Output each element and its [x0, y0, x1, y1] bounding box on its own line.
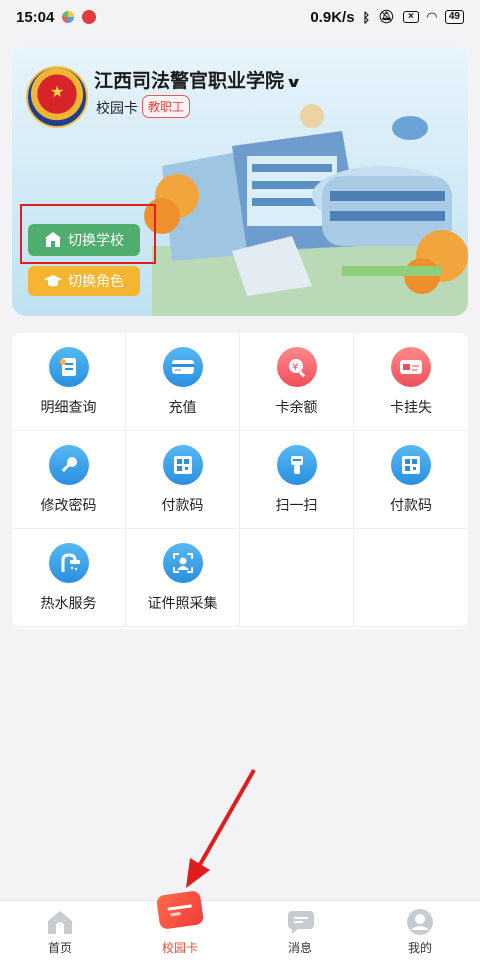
- lost-card-icon: [391, 346, 431, 387]
- nav-item-messages[interactable]: 消息: [240, 901, 360, 960]
- nav-item-profile[interactable]: 我的: [360, 901, 480, 960]
- service-grid: 明细查询 充值 ¥ 卡余额 卡挂失 修改密码 付款码 扫一扫 付款码 热水服务 …: [12, 333, 468, 629]
- bottom-navigation: 首页 校园卡 消息 我的: [0, 890, 480, 960]
- face-capture-icon: [162, 542, 203, 583]
- bluetooth-icon: ᛒ: [362, 9, 371, 25]
- message-icon: [286, 909, 314, 935]
- service-hot-water[interactable]: 热水服务: [12, 529, 126, 627]
- service-label: 扫一扫: [275, 496, 318, 513]
- qr-code-icon: [162, 444, 203, 485]
- nav-label: 校园卡: [161, 941, 198, 955]
- nav-label: 我的: [407, 941, 432, 955]
- service-label: 热水服务: [40, 594, 97, 611]
- campus-card-banner: ★ 江西司法警官职业学院∨ 校园卡 教职工 切换学校 切换角色: [12, 46, 468, 316]
- service-label: 卡余额: [275, 398, 318, 415]
- svg-text:¥: ¥: [292, 362, 298, 373]
- service-id-photo[interactable]: 证件照采集: [126, 529, 240, 627]
- service-recharge[interactable]: 充值: [126, 333, 240, 431]
- app-notification-icon: [62, 11, 75, 23]
- receipt-icon: [48, 346, 89, 387]
- key-icon: [48, 444, 89, 485]
- status-time: 15:04: [16, 8, 55, 26]
- service-card-balance[interactable]: ¥ 卡余额: [240, 333, 354, 431]
- graduation-cap-icon: [44, 275, 62, 287]
- balance-search-icon: ¥: [276, 346, 317, 387]
- service-report-lost[interactable]: 卡挂失: [354, 333, 468, 431]
- card-icon: [162, 346, 203, 387]
- service-label: 证件照采集: [147, 594, 218, 611]
- nav-label: 消息: [287, 941, 312, 955]
- qr-code-icon: [391, 444, 431, 485]
- switch-role-button[interactable]: 切换角色: [28, 266, 140, 296]
- school-name: 江西司法警官职业学院: [94, 71, 285, 92]
- school-name-selector[interactable]: 江西司法警官职业学院∨: [94, 66, 303, 93]
- home-icon: [46, 909, 74, 935]
- nav-item-home[interactable]: 首页: [0, 901, 120, 960]
- service-payment-code[interactable]: 付款码: [126, 431, 240, 529]
- mute-icon: 🔕︎: [378, 9, 395, 24]
- network-speed: 0.9K/s: [310, 8, 355, 26]
- service-label: 卡挂失: [390, 398, 432, 415]
- nav-label: 首页: [47, 941, 72, 955]
- highlight-annotation-box: [20, 204, 156, 264]
- switch-role-label: 切换角色: [68, 273, 124, 289]
- profile-icon: [406, 909, 434, 935]
- star-icon: ★: [50, 84, 65, 101]
- service-change-password[interactable]: 修改密码: [12, 431, 126, 529]
- empty-cell: [240, 529, 354, 627]
- service-detail-query[interactable]: 明细查询: [12, 333, 126, 431]
- no-sim-icon: ×: [402, 11, 419, 23]
- chevron-down-icon: ∨: [285, 74, 303, 90]
- empty-cell: [354, 529, 468, 627]
- card-label: 校园卡: [96, 100, 138, 116]
- service-label: 明细查询: [40, 398, 97, 415]
- service-payment-code-2[interactable]: 付款码: [354, 431, 468, 529]
- battery-icon: 49: [444, 10, 464, 24]
- role-tag: 教职工: [142, 95, 191, 118]
- service-label: 付款码: [161, 496, 204, 513]
- status-bar: 15:04 0.9K/s ᛒ 🔕︎ × ◠ 49: [0, 0, 480, 34]
- school-emblem: ★: [26, 66, 88, 128]
- campus-card-icon: [155, 890, 205, 930]
- service-label: 修改密码: [40, 496, 97, 513]
- service-label: 付款码: [390, 496, 432, 513]
- nav-item-campus-card[interactable]: 校园卡: [120, 890, 240, 960]
- scanner-icon: [276, 444, 317, 485]
- service-scan[interactable]: 扫一扫: [240, 431, 354, 529]
- shower-icon: [48, 542, 89, 583]
- wifi-icon: ◠: [426, 9, 437, 24]
- app-notification-icon: [82, 10, 97, 24]
- service-label: 充值: [168, 398, 197, 415]
